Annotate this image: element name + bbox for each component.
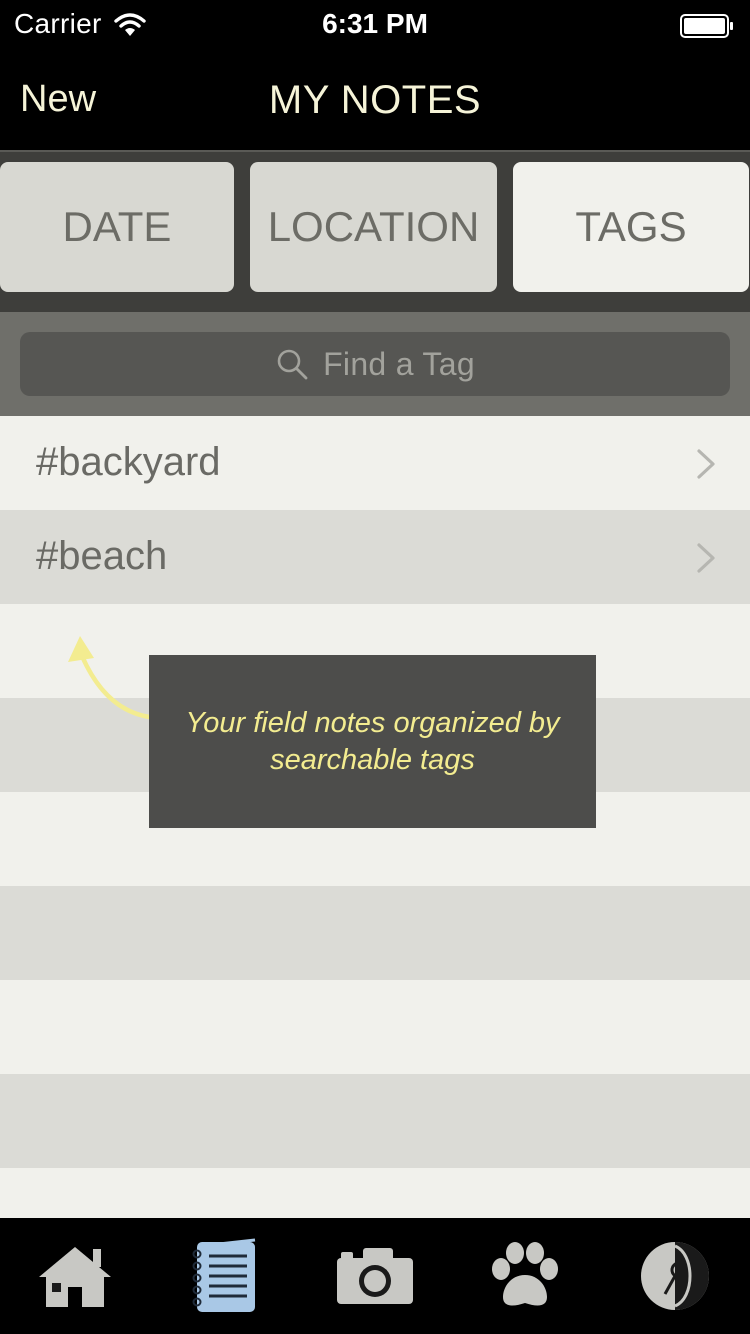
tab-home[interactable] <box>0 1218 150 1334</box>
notebook-icon <box>192 1238 256 1312</box>
list-item[interactable]: #beach <box>0 510 750 604</box>
coach-mark: Your field notes organized by searchable… <box>149 655 596 828</box>
search-bar: Find a Tag <box>0 312 750 416</box>
empty-row <box>0 1074 750 1168</box>
tag-label: #backyard <box>36 440 221 484</box>
nav-bar: New MY NOTES <box>0 52 750 152</box>
sort-segmented-control: DATE LOCATION TAGS <box>0 152 750 312</box>
status-time: 6:31 PM <box>322 8 428 39</box>
compass-icon <box>641 1242 709 1310</box>
empty-row <box>0 980 750 1074</box>
page-title: MY NOTES <box>268 78 482 122</box>
paw-icon <box>492 1242 558 1306</box>
tag-label: #beach <box>36 534 168 578</box>
chevron-right-icon <box>697 543 715 573</box>
tab-tags[interactable]: TAGS <box>513 162 749 292</box>
tab-camera[interactable] <box>300 1218 450 1334</box>
home-icon <box>39 1247 111 1307</box>
list-item[interactable]: #backyard <box>0 416 750 510</box>
tab-date[interactable]: DATE <box>0 162 234 292</box>
tab-compass[interactable] <box>600 1218 750 1334</box>
coach-mark-text: Your field notes organized by searchable… <box>185 707 560 776</box>
tab-location[interactable]: LOCATION <box>250 162 497 292</box>
tab-notes[interactable] <box>150 1218 300 1334</box>
battery-icon <box>680 14 733 38</box>
search-icon <box>277 349 308 380</box>
status-bar: Carrier 6:31 PM <box>0 0 750 52</box>
search-placeholder: Find a Tag <box>323 345 475 382</box>
empty-row <box>0 886 750 980</box>
tab-wildlife[interactable] <box>450 1218 600 1334</box>
camera-icon <box>337 1248 413 1304</box>
tab-bar <box>0 1218 750 1334</box>
screen: Carrier 6:31 PM New MY NOTES DATE LOCATI… <box>0 0 750 1334</box>
tag-search-input[interactable]: Find a Tag <box>20 332 730 396</box>
chevron-right-icon <box>697 449 715 479</box>
empty-row <box>0 1168 750 1218</box>
